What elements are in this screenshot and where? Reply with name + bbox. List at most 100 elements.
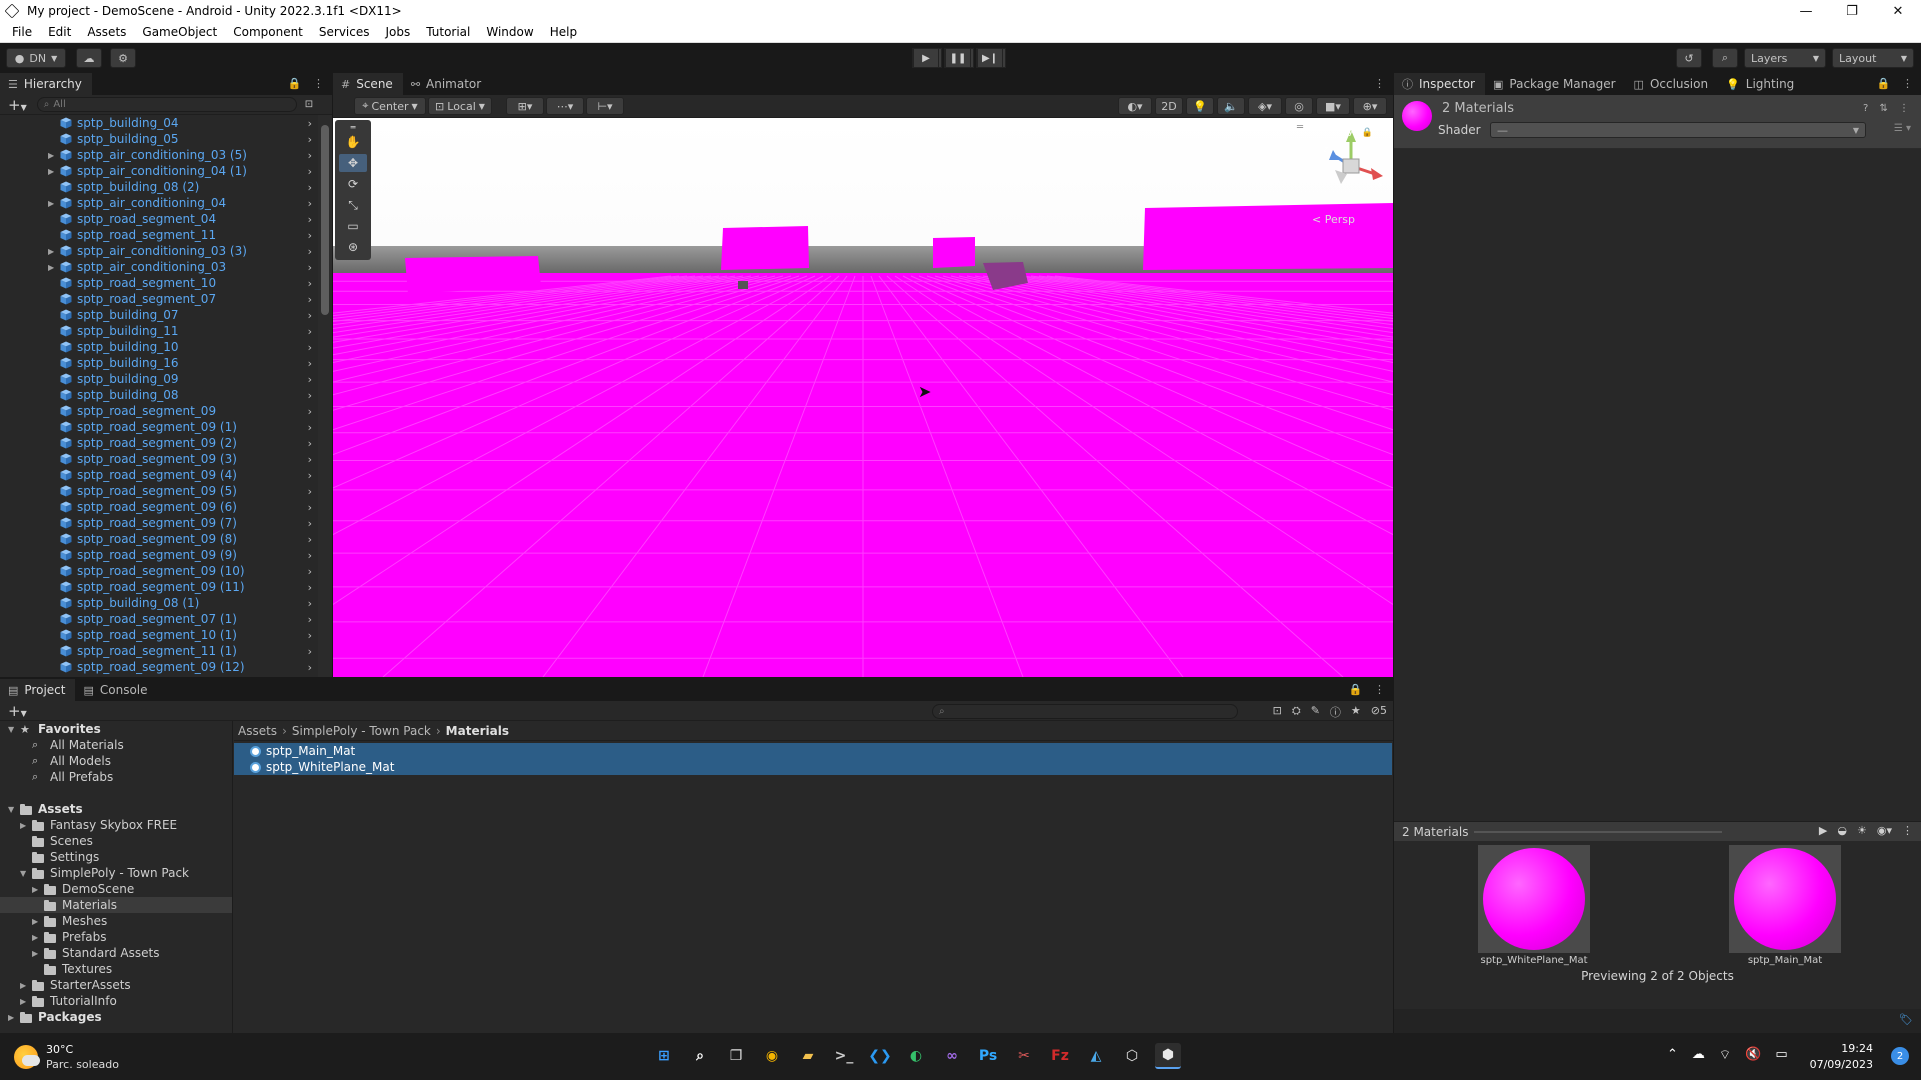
chevron-right-icon[interactable]: › xyxy=(308,485,312,498)
hierarchy-item[interactable]: ▶ sptp_air_conditioning_04 › xyxy=(0,195,318,211)
draw-mode-dropdown[interactable]: ◐▾ xyxy=(1118,97,1152,115)
chevron-down-icon[interactable]: ▼ xyxy=(20,869,26,878)
expand-arrow-icon[interactable]: ▶ xyxy=(48,263,54,272)
move-tool-button[interactable]: ✥ xyxy=(339,154,367,172)
project-tree-item[interactable]: ⌕ All Models xyxy=(0,753,232,769)
hierarchy-item[interactable]: sptp_road_segment_04 › xyxy=(0,211,318,227)
project-tree-item[interactable]: ▶ TutorialInfo xyxy=(0,993,232,1009)
chevron-right-icon[interactable]: › xyxy=(308,645,312,658)
camera-dropdown[interactable]: ■▾ xyxy=(1316,97,1350,115)
chevron-right-icon[interactable]: › xyxy=(308,325,312,338)
chevron-right-icon[interactable]: ▶ xyxy=(32,949,38,958)
terminal-icon[interactable]: >_ xyxy=(831,1043,857,1069)
rect-tool-button[interactable]: ▭ xyxy=(339,217,367,235)
grid-snap-button[interactable]: ⊞▾ xyxy=(506,97,544,115)
chevron-right-icon[interactable]: ▶ xyxy=(20,997,26,1006)
breadcrumb-simplepoly[interactable]: SimplePoly - Town Pack xyxy=(292,724,431,738)
hierarchy-item[interactable]: sptp_road_segment_09 (6) › xyxy=(0,499,318,515)
battery-icon[interactable]: ▭ xyxy=(1775,1047,1787,1063)
play-preview-button[interactable]: ▶ xyxy=(1819,824,1827,837)
layout-dropdown[interactable]: Layout ▼ xyxy=(1832,48,1914,68)
hierarchy-scrollbar[interactable] xyxy=(318,115,332,677)
menu-file[interactable]: File xyxy=(4,25,40,39)
chevron-right-icon[interactable]: › xyxy=(308,501,312,514)
chrome-icon[interactable]: ◉ xyxy=(759,1043,785,1069)
chevron-right-icon[interactable]: ▶ xyxy=(32,917,38,926)
effects-dropdown[interactable]: ◈▾ xyxy=(1248,97,1282,115)
pause-button[interactable]: ❚❚ xyxy=(944,48,974,68)
project-tree-item[interactable]: ▼ SimplePoly - Town Pack xyxy=(0,865,232,881)
hierarchy-item[interactable]: sptp_road_segment_09 (7) › xyxy=(0,515,318,531)
chevron-right-icon[interactable]: › xyxy=(308,565,312,578)
snipping-tool-icon[interactable]: ✂ xyxy=(1011,1043,1037,1069)
hand-tool-button[interactable]: ✋ xyxy=(339,133,367,151)
shader-options-icon[interactable]: ☰ ▾ xyxy=(1894,123,1911,134)
pivot-local-dropdown[interactable]: ⊡ Local ▼ xyxy=(428,97,492,115)
preview-menu-icon[interactable]: ⋮ xyxy=(1902,824,1913,837)
chevron-right-icon[interactable]: ▶ xyxy=(20,821,26,830)
file-explorer-icon[interactable]: ▰ xyxy=(795,1043,821,1069)
sphere-preview-button[interactable]: ◒ xyxy=(1837,824,1847,837)
hierarchy-item[interactable]: sptp_road_segment_07 (1) › xyxy=(0,611,318,627)
tab-project[interactable]: ▤ Project xyxy=(0,679,76,701)
menu-services[interactable]: Services xyxy=(311,25,378,39)
onedrive-icon[interactable]: ☁ xyxy=(1692,1047,1705,1063)
hierarchy-item[interactable]: ▶ sptp_air_conditioning_03 › xyxy=(0,259,318,275)
gizmo-lock-icon[interactable]: 🔒 xyxy=(1362,128,1373,138)
expand-arrow-icon[interactable]: ▶ xyxy=(48,199,54,208)
chevron-right-icon[interactable]: › xyxy=(308,421,312,434)
chevron-down-icon[interactable]: ▼ xyxy=(8,725,14,734)
hierarchy-search-input[interactable]: ⌕ All xyxy=(36,97,297,112)
tab-animator[interactable]: ⚯ Animator xyxy=(403,73,491,95)
hierarchy-item[interactable]: ▶ sptp_air_conditioning_03 (5) › xyxy=(0,147,318,163)
chevron-right-icon[interactable]: › xyxy=(308,149,312,162)
filezilla-icon[interactable]: Fz xyxy=(1047,1043,1073,1069)
hidden-objects-toggle[interactable]: ◎ xyxy=(1285,97,1313,115)
hierarchy-item[interactable]: sptp_road_segment_09 (9) › xyxy=(0,547,318,563)
unity-editor-icon[interactable]: ⬢ xyxy=(1155,1043,1181,1069)
tab-package-manager[interactable]: ▣ Package Manager xyxy=(1485,73,1626,95)
wifi-icon[interactable]: ⌔ xyxy=(1719,1047,1731,1063)
close-button[interactable]: ✕ xyxy=(1875,0,1921,22)
gizmo-menu-icon[interactable]: ═ xyxy=(1297,122,1303,133)
project-tree-item[interactable]: ⌕ All Materials xyxy=(0,737,232,753)
chevron-right-icon[interactable]: ▶ xyxy=(32,933,38,942)
hierarchy-item[interactable]: sptp_road_segment_09 (2) › xyxy=(0,435,318,451)
scale-tool-button[interactable]: ⤡ xyxy=(339,196,367,214)
header-actions-icon[interactable]: ? ⇅ ⋮ xyxy=(1863,103,1913,114)
gizmos-dropdown[interactable]: ⊕▾ xyxy=(1353,97,1387,115)
account-dropdown[interactable]: ● DN ▼ xyxy=(6,48,66,68)
breadcrumb-assets[interactable]: Assets xyxy=(238,724,277,738)
light-preview-button[interactable]: ☀ xyxy=(1857,824,1867,837)
chevron-right-icon[interactable]: › xyxy=(308,229,312,242)
scrollbar-thumb[interactable] xyxy=(321,125,329,315)
project-tree-item[interactable]: ▶ Fantasy Skybox FREE xyxy=(0,817,232,833)
menu-help[interactable]: Help xyxy=(542,25,585,39)
play-button[interactable]: ▶ xyxy=(912,48,942,68)
chevron-right-icon[interactable]: › xyxy=(308,373,312,386)
search-by-label-button[interactable]: ⛭ xyxy=(1292,704,1301,720)
search-button[interactable]: ⌕ xyxy=(1712,48,1738,68)
chevron-right-icon[interactable]: › xyxy=(308,581,312,594)
hierarchy-item[interactable]: sptp_building_09 › xyxy=(0,371,318,387)
hierarchy-item[interactable]: sptp_road_segment_09 (10) › xyxy=(0,563,318,579)
expand-arrow-icon[interactable]: ▶ xyxy=(48,167,54,176)
hierarchy-item[interactable]: sptp_building_16 › xyxy=(0,355,318,371)
windows-start-icon[interactable]: ⊞ xyxy=(651,1043,677,1069)
project-search-input[interactable]: ⌕ xyxy=(932,704,1238,719)
search-by-tag-button[interactable]: ✎ xyxy=(1311,704,1320,720)
drag-handle[interactable]: ═ xyxy=(339,123,367,132)
orientation-gizmo[interactable]: y x z xyxy=(1311,126,1391,206)
photoshop-icon[interactable]: Ps xyxy=(975,1043,1001,1069)
breadcrumb-materials[interactable]: Materials xyxy=(446,724,509,738)
increment-snap-button[interactable]: ⊢▾ xyxy=(586,97,624,115)
chevron-right-icon[interactable]: › xyxy=(308,197,312,210)
chevron-right-icon[interactable]: › xyxy=(308,341,312,354)
project-tree-item[interactable]: ⌕ All Prefabs xyxy=(0,769,232,785)
notification-badge[interactable]: 2 xyxy=(1891,1047,1909,1065)
project-tree-item[interactable]: ▶ Standard Assets xyxy=(0,945,232,961)
chevron-right-icon[interactable]: › xyxy=(308,133,312,146)
tab-scene[interactable]: # Scene xyxy=(333,73,403,95)
chevron-right-icon[interactable]: › xyxy=(308,165,312,178)
panel-menu-icon[interactable]: 🔒 ⋮ xyxy=(1877,77,1917,90)
